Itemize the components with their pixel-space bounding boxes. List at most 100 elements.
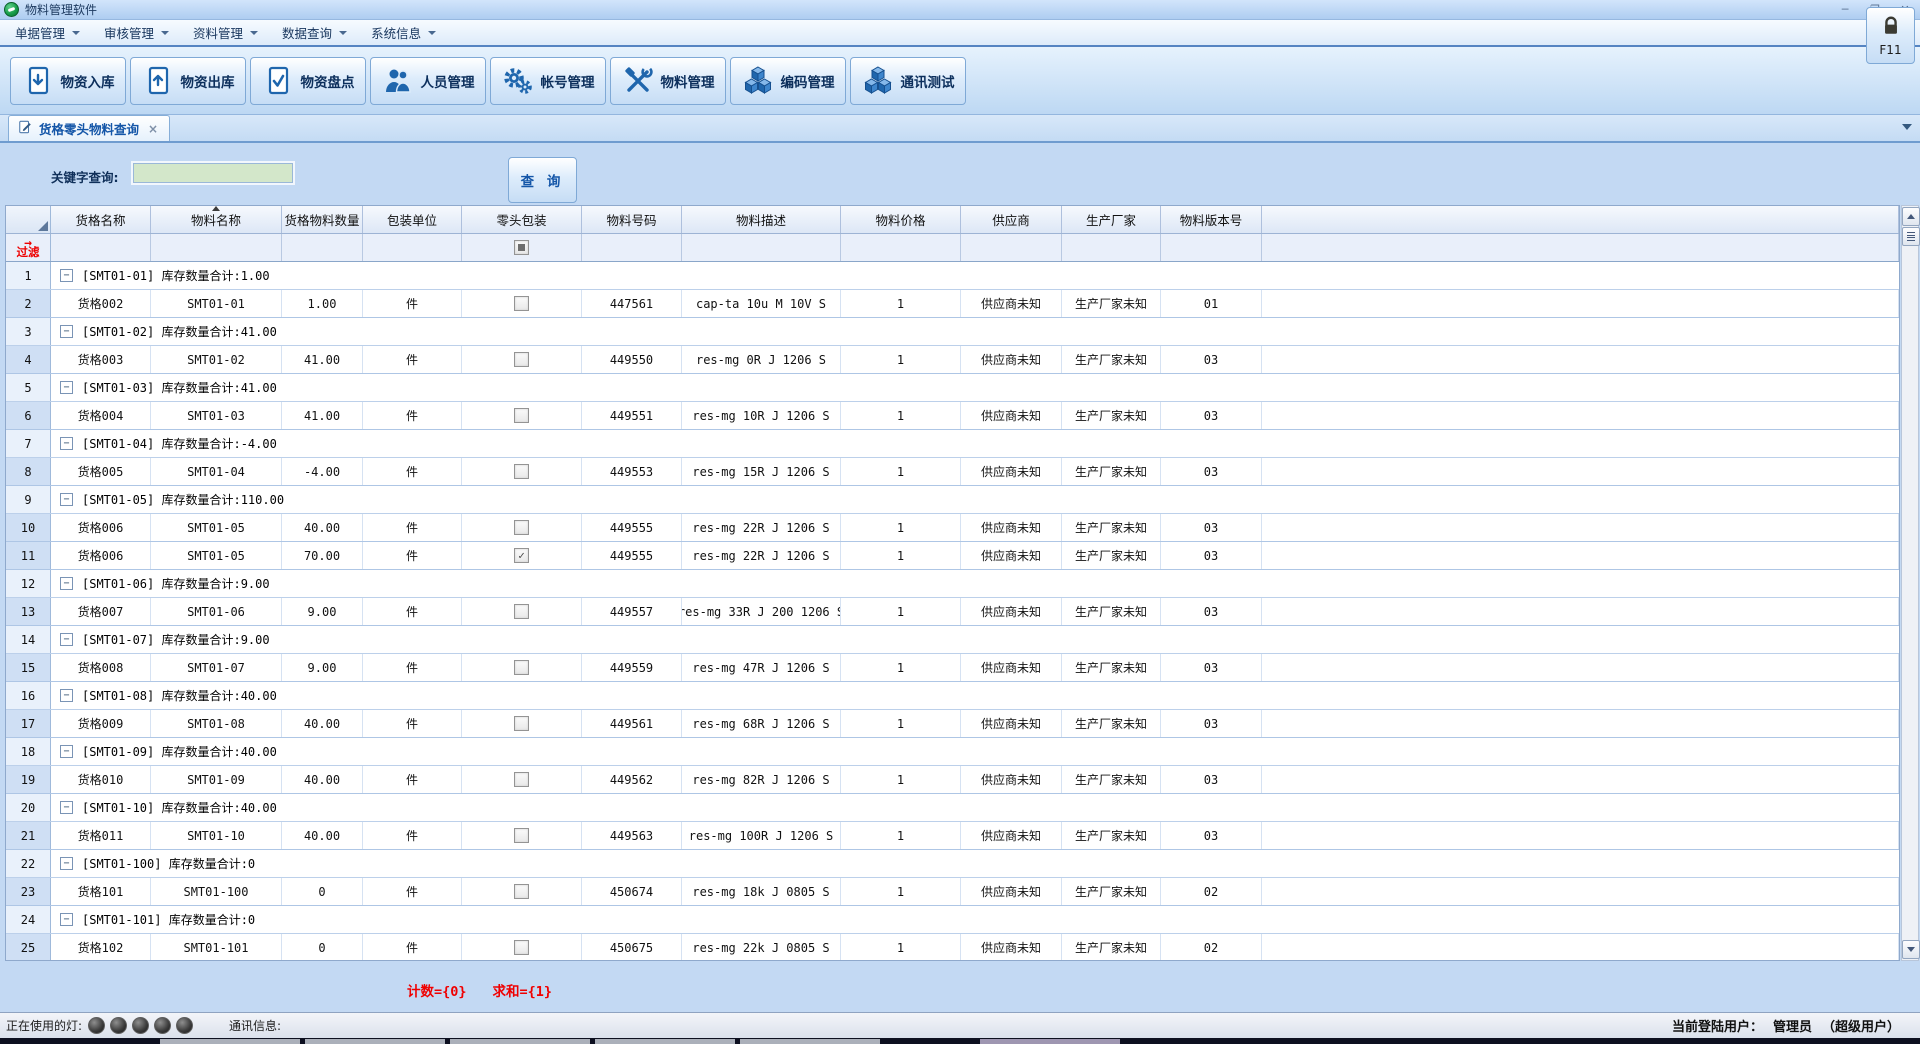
cell-price[interactable]: 1 [841, 822, 961, 849]
collapse-icon[interactable] [60, 745, 73, 758]
filter-cell-物料版本号[interactable] [1161, 234, 1262, 261]
cell-material[interactable]: SMT01-07 [151, 654, 282, 681]
row-number-cell[interactable]: 23 [6, 878, 51, 905]
odd-package-checkbox[interactable] [514, 352, 529, 367]
filter-cell-包装单位[interactable] [363, 234, 462, 261]
cell-unit[interactable]: 件 [363, 402, 462, 429]
query-button[interactable]: 查 询 [508, 157, 577, 203]
column-header-包装单位[interactable]: 包装单位 [363, 206, 462, 233]
cell-supplier[interactable]: 供应商未知 [961, 542, 1062, 569]
collapse-icon[interactable] [60, 577, 73, 590]
odd-package-checkbox[interactable] [514, 716, 529, 731]
grid-corner-cell[interactable] [6, 206, 51, 233]
cell-supplier[interactable]: 供应商未知 [961, 710, 1062, 737]
cell-shelf[interactable]: 货格009 [51, 710, 151, 737]
scrollbar-menu-icon[interactable] [1902, 227, 1920, 246]
lock-f11-button[interactable]: F11 [1866, 7, 1915, 64]
row-number-cell[interactable]: 22 [6, 850, 51, 877]
tab-close-icon[interactable]: × [146, 122, 160, 136]
cell-code[interactable]: 449555 [582, 542, 682, 569]
toolbar-button-帐号管理[interactable]: 帐号管理 [490, 57, 606, 105]
cell-shelf[interactable]: 货格011 [51, 822, 151, 849]
table-row[interactable]: 8货格005SMT01-04-4.00件449553res-mg 15R J 1… [6, 458, 1899, 486]
cell-desc[interactable]: res-mg 47R J 1206 S [682, 654, 841, 681]
filter-cell-生产厂家[interactable] [1062, 234, 1161, 261]
cell-qty[interactable]: 0 [282, 934, 363, 961]
cell-price[interactable]: 1 [841, 598, 961, 625]
cell-qty[interactable]: -4.00 [282, 458, 363, 485]
odd-package-checkbox[interactable] [514, 884, 529, 899]
collapse-icon[interactable] [60, 381, 73, 394]
toolbar-button-编码管理[interactable]: 编码管理 [730, 57, 846, 105]
row-number-cell[interactable]: 9 [6, 486, 51, 513]
group-row[interactable]: 22[SMT01-100] 库存数量合计:0 [6, 850, 1899, 878]
row-number-cell[interactable]: 11 [6, 542, 51, 569]
group-summary-cell[interactable]: [SMT01-09] 库存数量合计:40.00 [51, 738, 1899, 765]
odd-package-checkbox[interactable] [514, 828, 529, 843]
row-number-cell[interactable]: 10 [6, 514, 51, 541]
cell-material[interactable]: SMT01-05 [151, 542, 282, 569]
row-number-cell[interactable]: 12 [6, 570, 51, 597]
cell-odd[interactable] [462, 290, 582, 317]
row-number-cell[interactable]: 17 [6, 710, 51, 737]
row-number-cell[interactable]: 18 [6, 738, 51, 765]
odd-package-filter-checkbox[interactable] [514, 240, 529, 255]
toolbar-button-物资盘点[interactable]: 物资盘点 [250, 57, 366, 105]
cell-shelf[interactable]: 货格102 [51, 934, 151, 961]
cell-qty[interactable]: 40.00 [282, 710, 363, 737]
menu-item-资料管理[interactable]: 资料管理 [184, 20, 267, 45]
cell-manufacturer[interactable]: 生产厂家未知 [1062, 822, 1161, 849]
group-summary-cell[interactable]: [SMT01-08] 库存数量合计:40.00 [51, 682, 1899, 709]
cell-price[interactable]: 1 [841, 710, 961, 737]
column-header-物料版本号[interactable]: 物料版本号 [1161, 206, 1262, 233]
toolbar-button-物资出库[interactable]: 物资出库 [130, 57, 246, 105]
cell-material[interactable]: SMT01-01 [151, 290, 282, 317]
cell-version[interactable]: 02 [1161, 878, 1262, 905]
toolbar-button-物资入库[interactable]: 物资入库 [10, 57, 126, 105]
table-row[interactable]: 4货格003SMT01-0241.00件449550res-mg 0R J 12… [6, 346, 1899, 374]
cell-desc[interactable]: res-mg 22k J 0805 S [682, 934, 841, 961]
cell-odd[interactable] [462, 514, 582, 541]
collapse-icon[interactable] [60, 857, 73, 870]
group-row[interactable]: 1[SMT01-01] 库存数量合计:1.00 [6, 262, 1899, 290]
group-row[interactable]: 20[SMT01-10] 库存数量合计:40.00 [6, 794, 1899, 822]
row-number-cell[interactable]: 15 [6, 654, 51, 681]
cell-qty[interactable]: 9.00 [282, 598, 363, 625]
cell-material[interactable]: SMT01-02 [151, 346, 282, 373]
cell-material[interactable]: SMT01-05 [151, 514, 282, 541]
table-row[interactable]: 21货格011SMT01-1040.00件449563res-mg 100R J… [6, 822, 1899, 850]
cell-unit[interactable]: 件 [363, 710, 462, 737]
cell-code[interactable]: 449550 [582, 346, 682, 373]
cell-odd[interactable] [462, 710, 582, 737]
filter-cell-物料号码[interactable] [582, 234, 682, 261]
cell-material[interactable]: SMT01-100 [151, 878, 282, 905]
cell-material[interactable]: SMT01-06 [151, 598, 282, 625]
cell-desc[interactable]: res-mg 0R J 1206 S [682, 346, 841, 373]
cell-supplier[interactable]: 供应商未知 [961, 766, 1062, 793]
cell-price[interactable]: 1 [841, 654, 961, 681]
cell-unit[interactable]: 件 [363, 458, 462, 485]
cell-supplier[interactable]: 供应商未知 [961, 290, 1062, 317]
cell-shelf[interactable]: 货格101 [51, 878, 151, 905]
cell-code[interactable]: 449562 [582, 766, 682, 793]
cell-code[interactable]: 447561 [582, 290, 682, 317]
odd-package-checkbox[interactable] [514, 940, 529, 955]
cell-version[interactable]: 03 [1161, 402, 1262, 429]
cell-manufacturer[interactable]: 生产厂家未知 [1062, 766, 1161, 793]
column-header-货格名称[interactable]: 货格名称 [51, 206, 151, 233]
cell-shelf[interactable]: 货格003 [51, 346, 151, 373]
cell-manufacturer[interactable]: 生产厂家未知 [1062, 402, 1161, 429]
cell-material[interactable]: SMT01-04 [151, 458, 282, 485]
cell-desc[interactable]: res-mg 33R J 200 1206 S [682, 598, 841, 625]
cell-code[interactable]: 450674 [582, 878, 682, 905]
row-number-cell[interactable]: 3 [6, 318, 51, 345]
cell-manufacturer[interactable]: 生产厂家未知 [1062, 934, 1161, 961]
column-header-供应商[interactable]: 供应商 [961, 206, 1062, 233]
cell-version[interactable]: 03 [1161, 710, 1262, 737]
collapse-icon[interactable] [60, 633, 73, 646]
menu-item-审核管理[interactable]: 审核管理 [95, 20, 178, 45]
cell-unit[interactable]: 件 [363, 598, 462, 625]
cell-material[interactable]: SMT01-09 [151, 766, 282, 793]
collapse-icon[interactable] [60, 493, 73, 506]
table-row[interactable]: 17货格009SMT01-0840.00件449561res-mg 68R J … [6, 710, 1899, 738]
